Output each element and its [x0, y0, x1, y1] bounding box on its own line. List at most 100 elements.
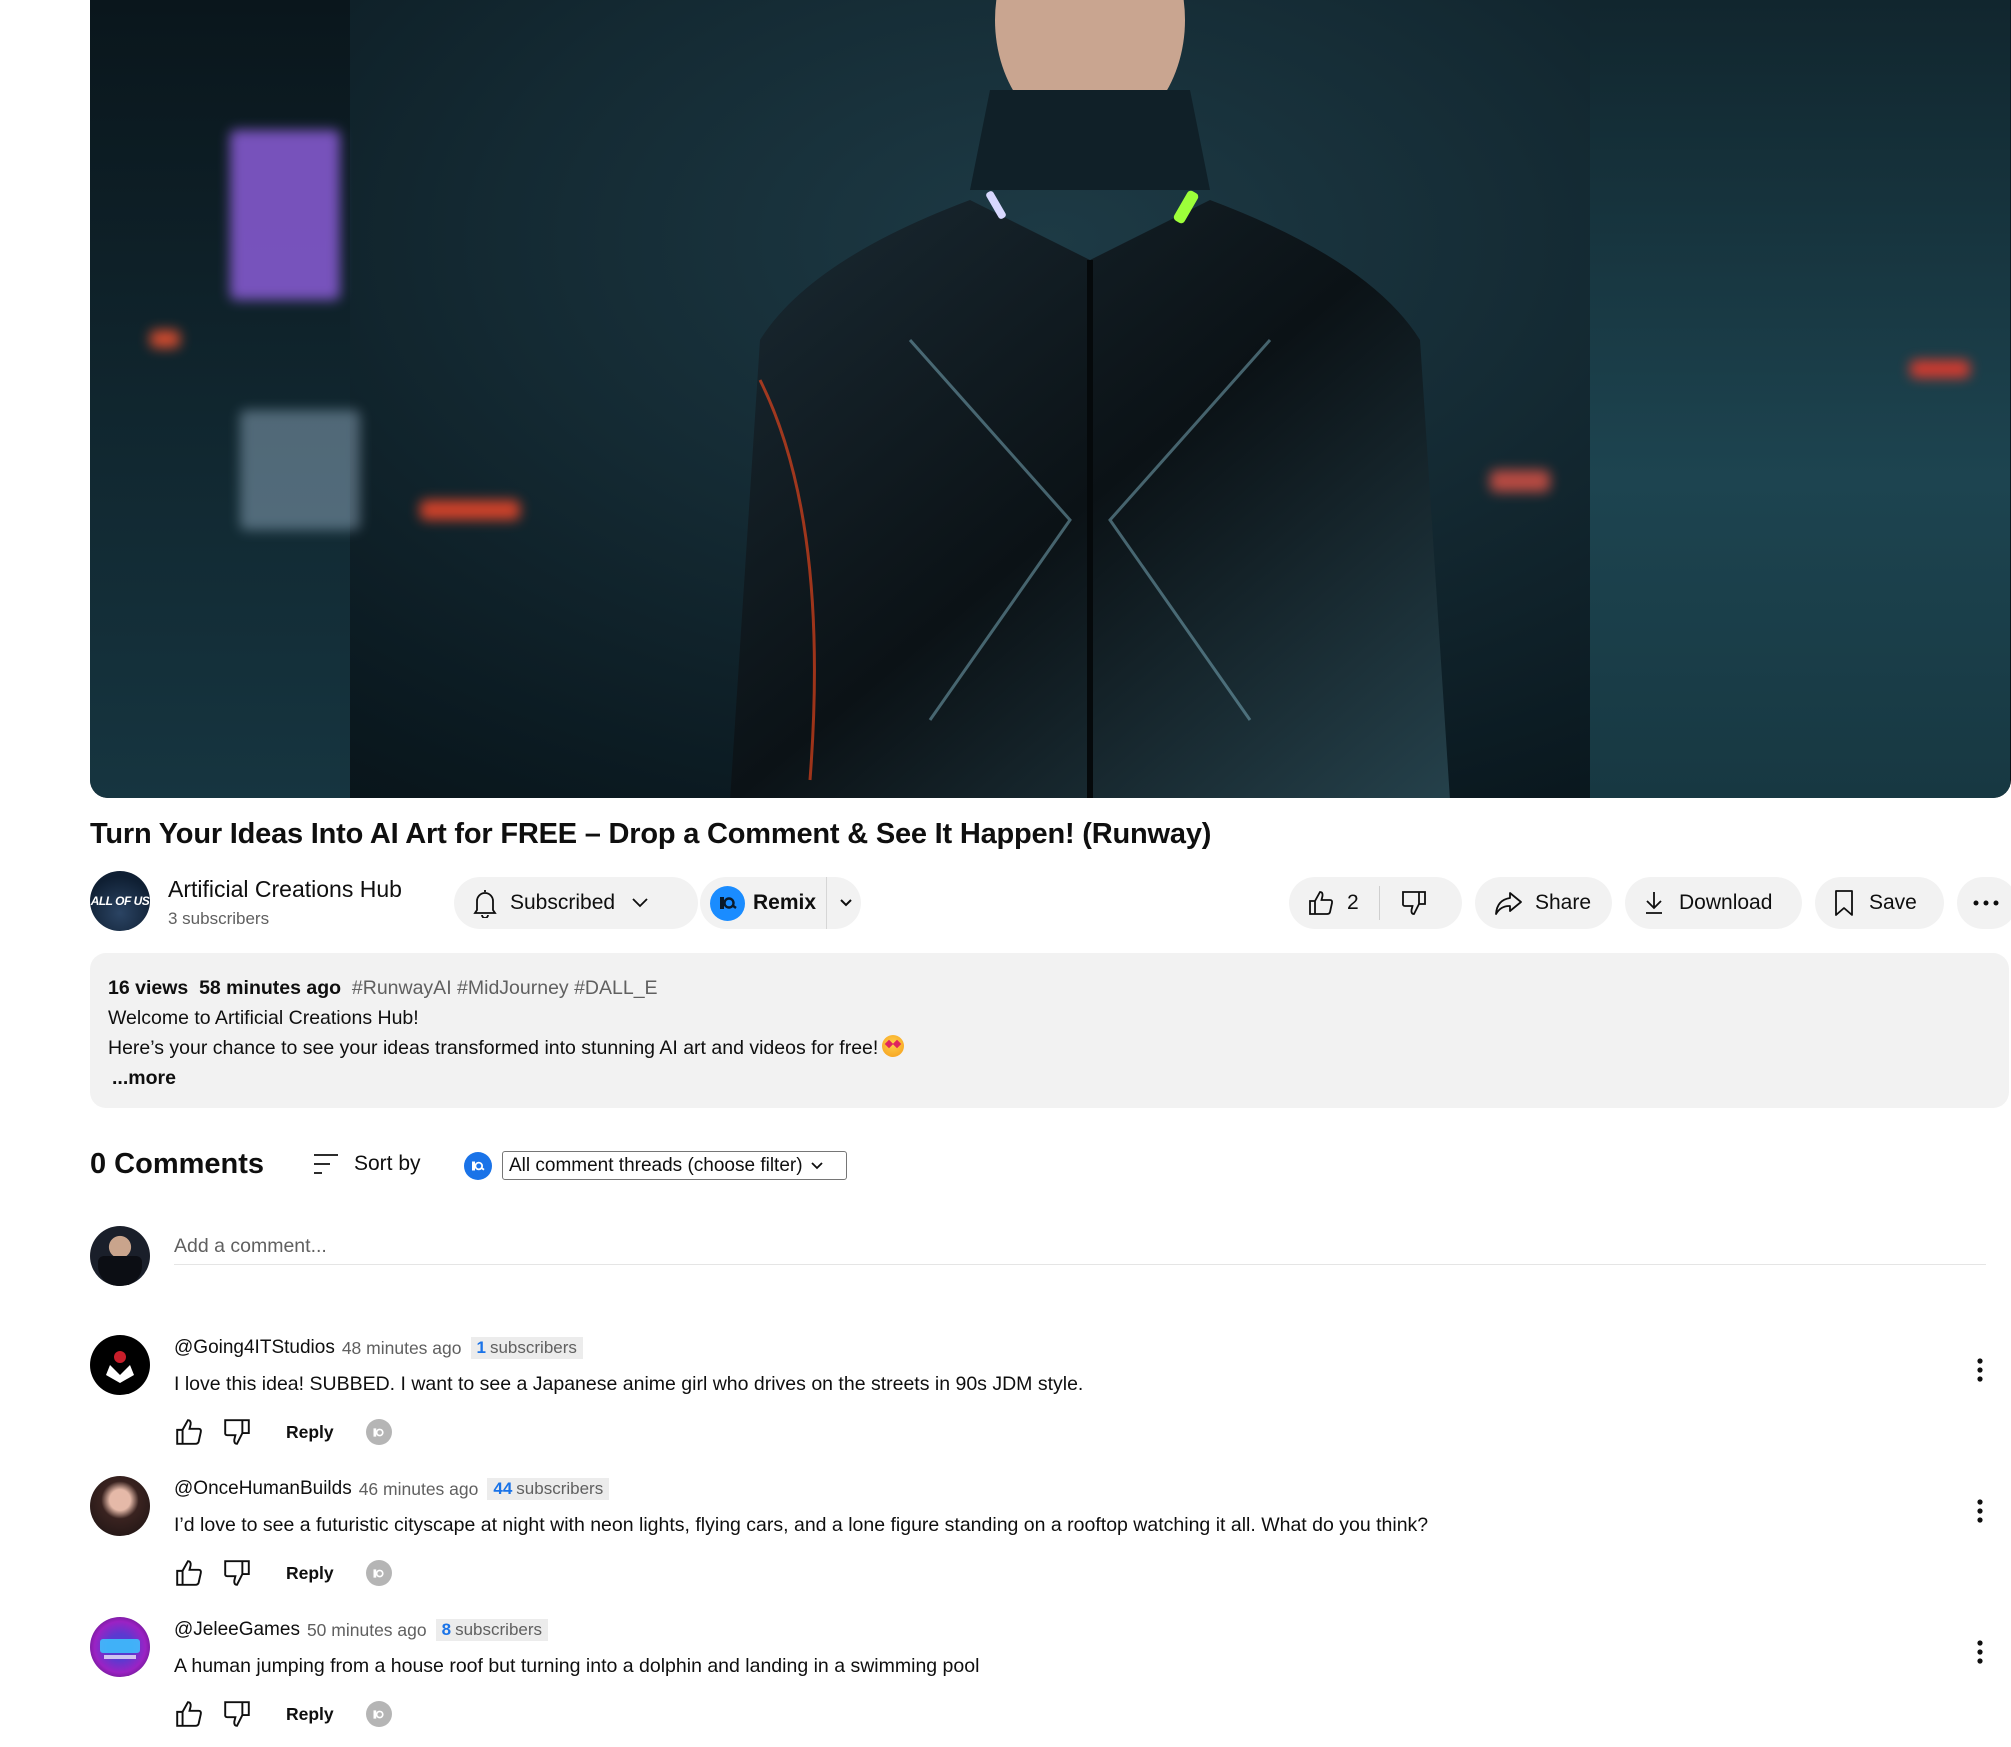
comment-header: @Going4ITStudios 48 minutes ago 1 subscri… — [174, 1337, 583, 1359]
channel-name[interactable]: Artificial Creations Hub — [168, 876, 402, 903]
hashtags[interactable]: #RunwayAI #MidJourney #DALL_E — [352, 977, 658, 999]
iq-reply-icon[interactable] — [365, 1560, 392, 1586]
subscriber-badge: 1 subscribers — [470, 1337, 583, 1359]
comment-dislike-icon[interactable] — [222, 1417, 252, 1447]
subscribed-button[interactable]: Subscribed — [454, 877, 698, 929]
comment-actions: Reply — [174, 1699, 392, 1729]
comment-thread: @OnceHumanBuilds 46 minutes ago 44 subscr… — [90, 1476, 2010, 1606]
comment-header: @OnceHumanBuilds 46 minutes ago 44 subscr… — [174, 1478, 610, 1500]
description-box[interactable]: 16 views 58 minutes ago #RunwayAI #MidJo… — [90, 953, 2009, 1108]
iq-reply-icon[interactable] — [365, 1701, 392, 1727]
subscribed-label: Subscribed — [510, 891, 616, 914]
comment-menu-icon[interactable] — [1976, 1357, 1984, 1383]
comment-avatar[interactable] — [90, 1335, 150, 1395]
iq-reply-icon[interactable] — [365, 1419, 392, 1445]
share-icon — [1495, 892, 1522, 915]
sort-icon — [314, 1154, 338, 1174]
save-button[interactable]: Save — [1815, 877, 1944, 929]
more-actions-button[interactable] — [1957, 877, 2011, 929]
like-dislike-group: 2 — [1289, 877, 1462, 929]
remix-label: Remix — [753, 891, 817, 914]
sort-by-label: Sort by — [354, 1152, 421, 1175]
save-label: Save — [1869, 891, 1917, 914]
comment-text: I love this idea! SUBBED. I want to see … — [174, 1373, 1084, 1395]
download-icon — [1646, 892, 1662, 914]
download-label: Download — [1679, 891, 1773, 914]
thumbs-up-icon[interactable] — [1307, 889, 1335, 917]
comment-filter-value: All comment threads (choose filter) — [509, 1154, 803, 1176]
subscriber-badge-label: subscribers — [516, 1479, 604, 1498]
star-struck-emoji-icon — [882, 1035, 905, 1057]
remix-iq-icon — [710, 885, 745, 921]
share-button[interactable]: Share — [1475, 877, 1612, 929]
description-line: Welcome to Artificial Creations Hub! — [108, 1007, 419, 1029]
share-label: Share — [1535, 891, 1592, 914]
description-line-row: Here’s your chance to see your ideas tra… — [108, 1033, 1991, 1063]
comment-actions: Reply — [174, 1558, 392, 1588]
upload-age: 58 minutes ago — [199, 977, 342, 999]
show-more-link[interactable]: ...more — [112, 1063, 1991, 1093]
iq-extension-icon[interactable] — [464, 1152, 492, 1180]
remix-dropdown-chevron-icon[interactable] — [839, 898, 853, 908]
current-user-avatar — [90, 1226, 150, 1286]
comment-time[interactable]: 46 minutes ago — [359, 1479, 479, 1500]
sort-by-button[interactable]: Sort by — [312, 1152, 421, 1176]
video-scene-red-light — [150, 330, 180, 348]
comment-menu-icon[interactable] — [1976, 1639, 1984, 1665]
thumbs-down-icon[interactable] — [1400, 889, 1428, 917]
video-scene-figure — [730, 0, 1450, 798]
comment-like-icon[interactable] — [174, 1699, 204, 1729]
channel-subscriber-count: 3 subscribers — [168, 909, 270, 928]
bell-icon — [473, 890, 497, 918]
comment-author[interactable]: @OnceHumanBuilds — [174, 1478, 352, 1500]
video-player[interactable] — [90, 0, 2011, 798]
avatar-mask-detail — [98, 1256, 142, 1286]
reply-button[interactable]: Reply — [286, 1704, 334, 1725]
comment-thread: @Going4ITStudios 48 minutes ago 1 subscri… — [90, 1335, 2010, 1465]
like-divider — [1378, 886, 1380, 920]
video-scene-tower — [1590, 0, 2010, 798]
comment-like-icon[interactable] — [174, 1417, 204, 1447]
comment-author[interactable]: @Going4ITStudios — [174, 1337, 335, 1359]
video-scene-building — [90, 0, 350, 798]
more-horizontal-icon — [1973, 900, 1999, 906]
description-meta: 16 views 58 minutes ago #RunwayAI #MidJo… — [108, 973, 1991, 1003]
view-count: 16 views — [108, 977, 189, 999]
subscriber-badge-label: subscribers — [455, 1620, 543, 1639]
video-scene-red-light — [1910, 360, 1970, 378]
comments-count: 0 Comments — [90, 1148, 265, 1180]
comment-text: A human jumping from a house roof but tu… — [174, 1655, 980, 1677]
comment-like-icon[interactable] — [174, 1558, 204, 1588]
comment-author[interactable]: @JeleeGames — [174, 1619, 300, 1641]
comment-menu-icon[interactable] — [1976, 1498, 1984, 1524]
remix-button[interactable]: Remix — [700, 877, 861, 929]
subscriber-badge-count: 1 — [476, 1338, 486, 1357]
comment-avatar[interactable] — [90, 1617, 150, 1677]
like-count: 2 — [1347, 891, 1359, 914]
comment-time[interactable]: 50 minutes ago — [307, 1620, 427, 1641]
comment-dislike-icon[interactable] — [222, 1558, 252, 1588]
download-button[interactable]: Download — [1625, 877, 1802, 929]
comment-dislike-icon[interactable] — [222, 1699, 252, 1729]
comment-avatar[interactable] — [90, 1476, 150, 1536]
subscriber-badge-count: 44 — [493, 1479, 513, 1498]
remix-divider — [826, 877, 828, 929]
chevron-down-icon — [632, 898, 648, 908]
bookmark-icon — [1835, 890, 1853, 916]
add-comment-input[interactable] — [174, 1228, 1986, 1265]
comment-text: I’d love to see a futuristic cityscape a… — [174, 1514, 1429, 1536]
comment-time[interactable]: 48 minutes ago — [342, 1338, 462, 1359]
reply-button[interactable]: Reply — [286, 1422, 334, 1443]
chevron-down-icon — [810, 1161, 823, 1169]
comment-filter-select[interactable]: All comment threads (choose filter) — [502, 1151, 847, 1180]
video-title: Turn Your Ideas Into AI Art for FREE – D… — [90, 818, 1212, 850]
channel-avatar[interactable]: ALL OF US — [90, 871, 150, 931]
description-line: Here’s your chance to see your ideas tra… — [108, 1037, 879, 1059]
reply-button[interactable]: Reply — [286, 1563, 334, 1584]
subscriber-badge-count: 8 — [441, 1620, 452, 1639]
subscriber-badge: 8 subscribers — [435, 1619, 549, 1641]
comment-header: @JeleeGames 50 minutes ago 8 subscribers — [174, 1619, 549, 1641]
comment-actions: Reply — [174, 1417, 392, 1447]
video-scene-light — [240, 410, 360, 530]
comment-thread: @JeleeGames 50 minutes ago 8 subscribers … — [90, 1617, 2010, 1747]
